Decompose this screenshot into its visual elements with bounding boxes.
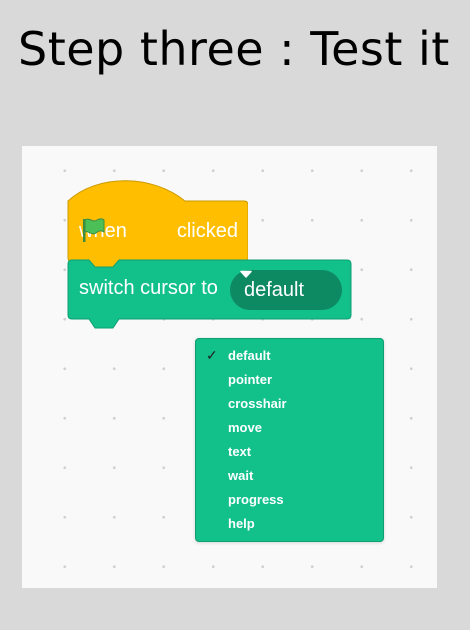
checkmark-icon: ✓	[206, 346, 218, 363]
menu-item-help[interactable]: help	[196, 511, 383, 535]
menu-item-text[interactable]: text	[196, 439, 383, 463]
cursor-options-menu: ✓ default pointer crosshair move text wa…	[195, 338, 384, 542]
menu-item-move[interactable]: move	[196, 415, 383, 439]
menu-item-wait[interactable]: wait	[196, 463, 383, 487]
menu-item-default[interactable]: ✓ default	[196, 343, 383, 367]
menu-item-crosshair[interactable]: crosshair	[196, 391, 383, 415]
cursor-dropdown[interactable]: default	[230, 270, 342, 310]
switch-cursor-label: switch cursor to	[79, 277, 218, 299]
caret-down-icon	[240, 270, 252, 278]
green-flag-icon	[83, 217, 165, 245]
menu-item-pointer[interactable]: pointer	[196, 367, 383, 391]
clicked-label: clicked	[176, 219, 238, 242]
page-title: Step three : Test it	[18, 22, 450, 76]
when-flag-clicked-block[interactable]: when clicked	[67, 180, 248, 270]
switch-cursor-block[interactable]: switch cursor to default	[67, 259, 352, 331]
menu-item-progress[interactable]: progress	[196, 487, 383, 511]
cursor-dropdown-value: default	[244, 278, 305, 301]
